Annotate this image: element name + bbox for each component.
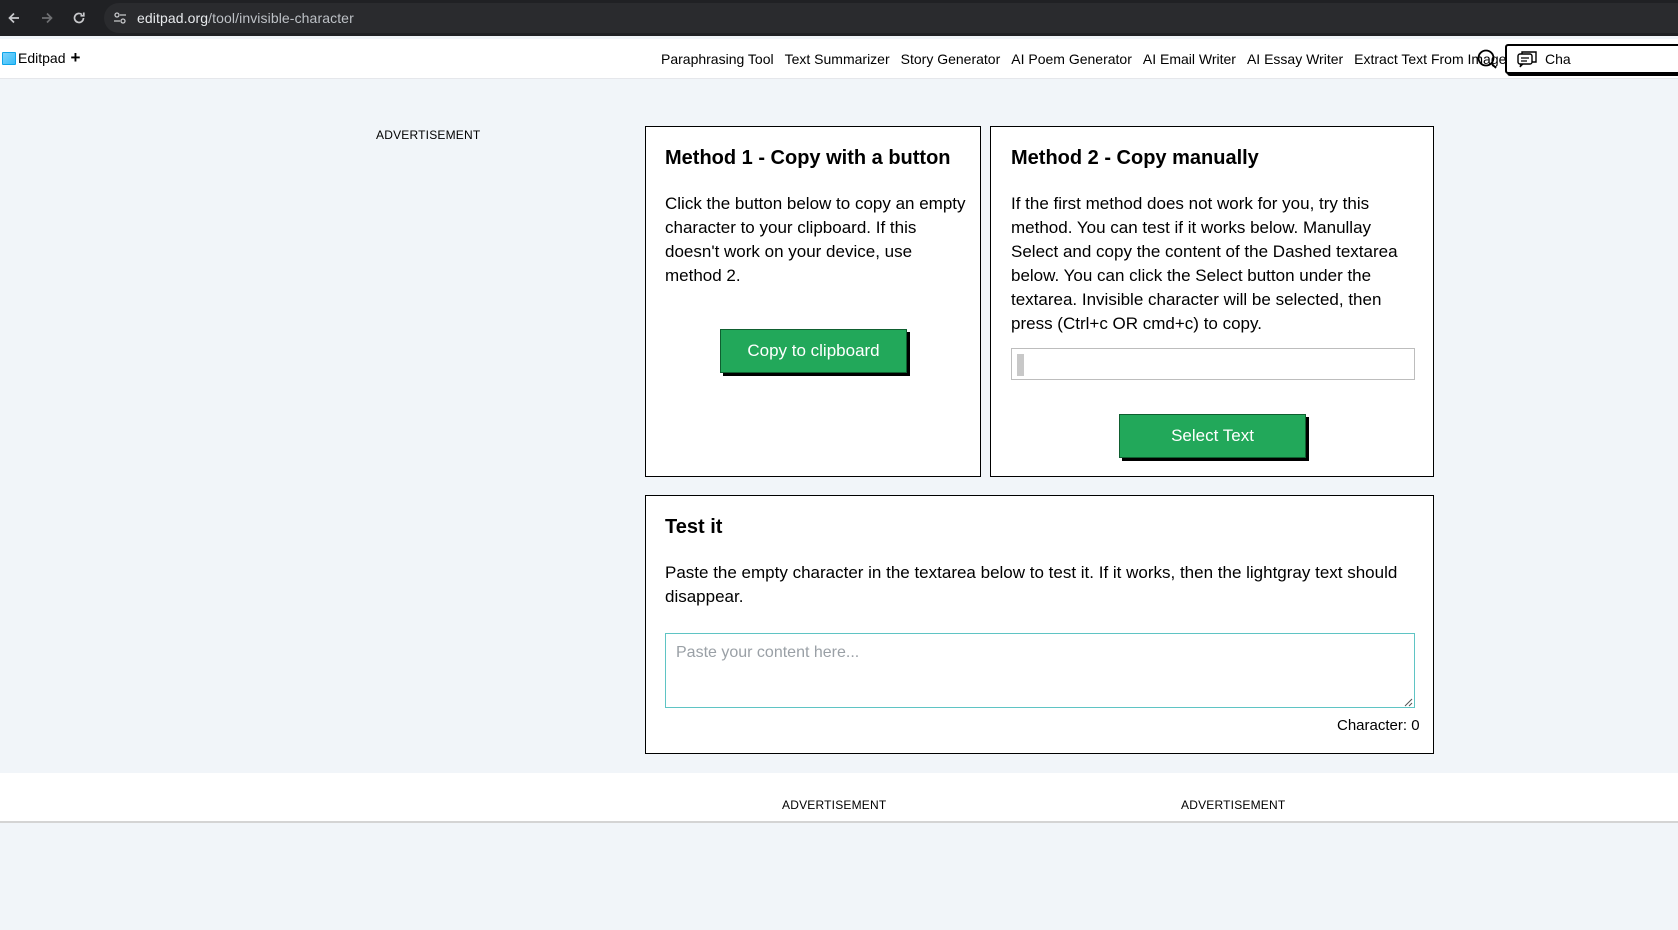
logo-icon xyxy=(2,51,16,65)
method2-card: Method 2 - Copy manually If the first me… xyxy=(990,126,1434,477)
url-host: editpad.org xyxy=(137,10,209,26)
url-path: /tool/invisible-character xyxy=(208,10,354,26)
test-title: Test it xyxy=(665,516,723,538)
nav-story-generator[interactable]: Story Generator xyxy=(901,51,1001,67)
forward-arrow-icon[interactable] xyxy=(35,6,59,30)
method2-title: Method 2 - Copy manually xyxy=(1011,147,1259,169)
test-card: Test it Paste the empty character in the… xyxy=(645,495,1434,754)
method1-description: Click the button below to copy an empty … xyxy=(665,194,966,285)
advertisement-label: ADVERTISEMENT xyxy=(376,128,481,142)
nav-paraphrasing-tool[interactable]: Paraphrasing Tool xyxy=(661,51,774,67)
back-arrow-icon[interactable] xyxy=(2,6,26,30)
method2-description: If the first method does not work for yo… xyxy=(1011,194,1398,333)
top-nav: Paraphrasing Tool Text Summarizer Story … xyxy=(661,51,1506,67)
resize-grip-icon[interactable] xyxy=(1404,698,1413,707)
method1-card: Method 1 - Copy with a button Click the … xyxy=(645,126,981,477)
advertisement-label: ADVERTISEMENT xyxy=(782,798,887,812)
test-textarea[interactable] xyxy=(665,633,1415,708)
nav-ai-poem-generator[interactable]: AI Poem Generator xyxy=(1011,51,1132,67)
footer-ad-band: ADVERTISEMENT ADVERTISEMENT xyxy=(0,773,1678,823)
copy-to-clipboard-button[interactable]: Copy to clipboard xyxy=(720,329,907,373)
invisible-char-textarea[interactable] xyxy=(1011,348,1415,380)
chat-label: Cha xyxy=(1545,51,1571,67)
url-text: editpad.org/tool/invisible-character xyxy=(137,10,354,26)
reload-icon[interactable] xyxy=(67,6,91,30)
address-bar[interactable]: editpad.org/tool/invisible-character xyxy=(104,3,1678,33)
chat-button[interactable]: Cha xyxy=(1505,44,1678,74)
test-description: Paste the empty character in the textare… xyxy=(665,563,1398,606)
chat-icon xyxy=(1517,51,1537,68)
plus-icon[interactable]: + xyxy=(70,49,80,66)
text-caret xyxy=(1017,354,1024,376)
nav-ai-email-writer[interactable]: AI Email Writer xyxy=(1143,51,1236,67)
nav-text-summarizer[interactable]: Text Summarizer xyxy=(785,51,890,67)
advertisement-label: ADVERTISEMENT xyxy=(1181,798,1286,812)
logo[interactable]: Editpad + xyxy=(2,49,80,66)
site-header: Editpad + Paraphrasing Tool Text Summari… xyxy=(0,39,1678,79)
search-icon[interactable] xyxy=(1476,48,1498,70)
nav-ai-essay-writer[interactable]: AI Essay Writer xyxy=(1247,51,1343,67)
browser-toolbar: editpad.org/tool/invisible-character xyxy=(0,0,1678,36)
method1-title: Method 1 - Copy with a button xyxy=(665,147,951,169)
logo-text: Editpad xyxy=(18,50,66,66)
character-count: Character: 0 xyxy=(1337,717,1420,734)
select-text-button[interactable]: Select Text xyxy=(1119,414,1306,458)
site-info-icon[interactable] xyxy=(110,8,130,28)
